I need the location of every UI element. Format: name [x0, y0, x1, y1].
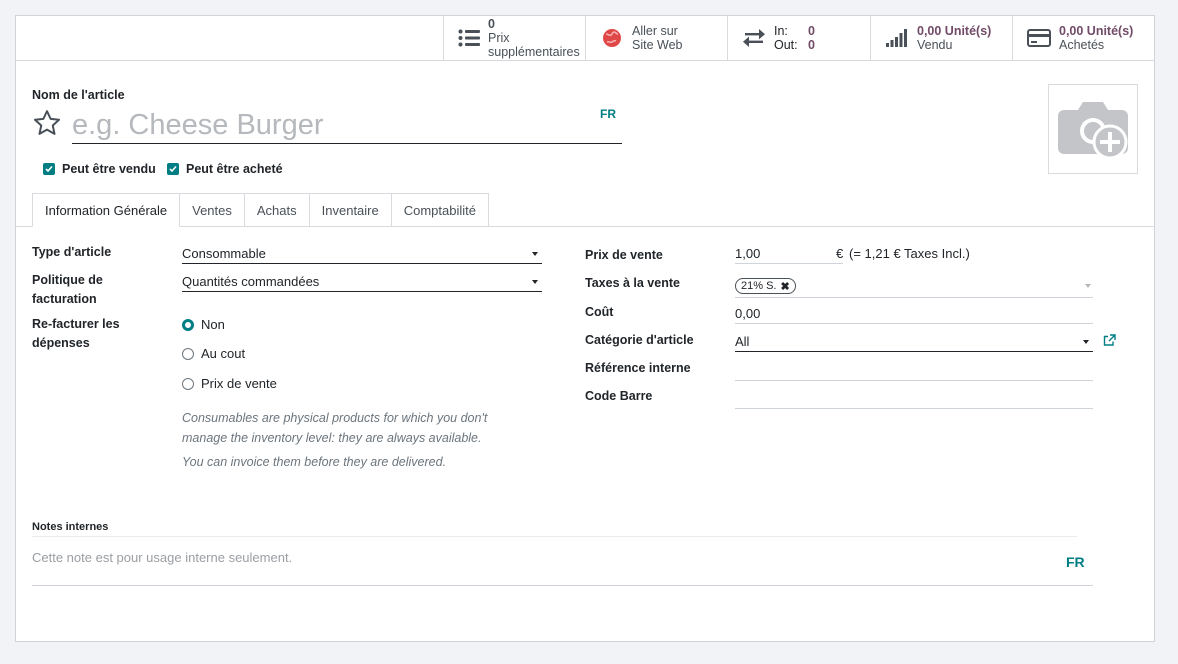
button-box: 0 Prix supplémentaires Aller sur Site We…: [443, 16, 1154, 60]
internal-reference-input[interactable]: [735, 361, 1093, 381]
internal-notes-label: Notes internes: [32, 521, 109, 533]
radio-empty-icon: [182, 347, 194, 360]
product-image-upload[interactable]: [1048, 84, 1138, 174]
product-type-value: Consommable: [182, 246, 266, 261]
extra-prices-button[interactable]: 0 Prix supplémentaires: [443, 16, 585, 60]
camera-plus-icon: [1058, 102, 1128, 160]
in-out-button[interactable]: In: 0 Out: 0: [727, 16, 870, 60]
reinvoice-option-sales-price-label: Prix de vente: [201, 376, 277, 391]
button-box-divider: [16, 60, 1154, 61]
website-button[interactable]: Aller sur Site Web: [585, 16, 727, 60]
product-name-input[interactable]: [72, 108, 587, 144]
notes-bottom-border: [32, 585, 1093, 586]
product-form-sheet: 0 Prix supplémentaires Aller sur Site We…: [15, 15, 1155, 642]
reinvoice-option-no-label: Non: [201, 317, 225, 332]
purchased-value: 0,00 Unité(s): [1059, 24, 1134, 38]
reinvoice-expenses-label: Re-facturer les dépenses: [32, 317, 120, 350]
internal-notes-editor[interactable]: Cette note est pour usage interne seulem…: [32, 550, 292, 565]
barcode-label: Code Barre: [585, 389, 653, 403]
website-line1: Aller sur: [632, 24, 678, 38]
caret-down-icon: [1085, 284, 1091, 288]
out-value: 0: [808, 38, 815, 52]
type-help-line-2: manage the inventory level: they are alw…: [182, 431, 482, 445]
reinvoice-option-sales-price[interactable]: Prix de vente: [182, 376, 277, 391]
list-icon: [458, 26, 480, 50]
caret-down-icon: [532, 279, 538, 284]
external-link-icon[interactable]: [1103, 334, 1116, 350]
extra-prices-label: Prix supplémentaires: [488, 31, 580, 59]
sale-price-input[interactable]: 1,00: [735, 244, 843, 264]
taxes-included-text: (= 1,21 € Taxes Incl.): [849, 246, 970, 261]
can-be-purchased-checkbox[interactable]: Peut être acheté: [167, 162, 283, 176]
cost-input[interactable]: 0,00: [735, 304, 1093, 324]
sale-taxes-input[interactable]: 21% S. ✖: [735, 275, 1093, 298]
currency-symbol: €: [836, 246, 844, 261]
can-be-sold-checkbox[interactable]: Peut être vendu: [43, 162, 156, 176]
tab-purchase[interactable]: Achats: [244, 193, 310, 227]
notebook-tabs: Information Générale Ventes Achats Inven…: [32, 193, 489, 227]
cost-label: Coût: [585, 305, 614, 319]
checkmark-icon: [43, 163, 55, 175]
tab-general-information[interactable]: Information Générale: [32, 193, 181, 227]
name-translate-button[interactable]: FR: [600, 107, 616, 121]
sale-taxes-label: Taxes à la vente: [585, 276, 680, 290]
tab-accounting[interactable]: Comptabilité: [391, 193, 489, 227]
in-label: In:: [774, 24, 788, 38]
barcode-input[interactable]: [735, 389, 1093, 409]
invoice-policy-select[interactable]: Quantités commandées: [182, 272, 542, 292]
remove-tag-icon[interactable]: ✖: [780, 280, 789, 293]
product-category-label: Catégorie d'article: [585, 333, 694, 347]
caret-down-icon: [1083, 339, 1089, 344]
tax-tag: 21% S. ✖: [735, 278, 796, 294]
tab-sales[interactable]: Ventes: [180, 193, 245, 227]
website-line2: Site Web: [632, 38, 683, 52]
name-underline: [587, 143, 622, 144]
notes-translate-button[interactable]: FR: [1066, 554, 1085, 570]
type-help-line-3: You can invoice them before they are del…: [182, 455, 447, 469]
product-category-select[interactable]: All: [735, 332, 1093, 352]
reinvoice-option-no[interactable]: Non: [182, 317, 225, 332]
sold-value: 0,00 Unité(s): [917, 24, 992, 38]
radio-selected-icon: [182, 318, 194, 331]
reinvoice-option-cost-label: Au cout: [201, 346, 246, 361]
invoice-policy-value: Quantités commandées: [182, 274, 320, 289]
can-be-purchased-label: Peut être acheté: [186, 162, 283, 176]
caret-down-icon: [532, 251, 538, 256]
product-category-value: All: [735, 334, 750, 349]
product-name-label: Nom de l'article: [32, 88, 125, 102]
signal-icon: [885, 26, 909, 50]
sale-price-value: 1,00: [735, 246, 761, 261]
product-type-label: Type d'article: [32, 245, 112, 259]
type-help-line-1: Consumables are physical products for wh…: [182, 411, 488, 425]
invoice-policy-label: Politique de facturation: [32, 273, 103, 306]
extra-prices-count: 0: [488, 17, 495, 31]
favorite-star-icon[interactable]: [32, 108, 62, 138]
cost-value: 0,00: [735, 306, 761, 321]
exchange-icon: [742, 26, 766, 50]
credit-card-icon: [1027, 26, 1051, 50]
tax-tag-label: 21% S.: [741, 280, 777, 292]
sold-button[interactable]: 0,00 Unité(s) Vendu: [870, 16, 1012, 60]
in-value: 0: [808, 24, 815, 38]
sold-label: Vendu: [917, 38, 953, 52]
can-be-sold-label: Peut être vendu: [62, 162, 156, 176]
internal-reference-label: Référence interne: [585, 361, 691, 375]
product-type-select[interactable]: Consommable: [182, 244, 542, 264]
notes-divider: [32, 536, 1077, 537]
sale-price-label: Prix de vente: [585, 248, 663, 262]
reinvoice-option-cost[interactable]: Au cout: [182, 346, 245, 361]
tab-inventory[interactable]: Inventaire: [309, 193, 392, 227]
out-label: Out:: [774, 38, 798, 52]
purchased-button[interactable]: 0,00 Unité(s) Achetés: [1012, 16, 1154, 60]
checkmark-icon: [167, 163, 179, 175]
globe-icon: [600, 26, 624, 50]
radio-empty-icon: [182, 377, 194, 390]
purchased-label: Achetés: [1059, 38, 1105, 52]
